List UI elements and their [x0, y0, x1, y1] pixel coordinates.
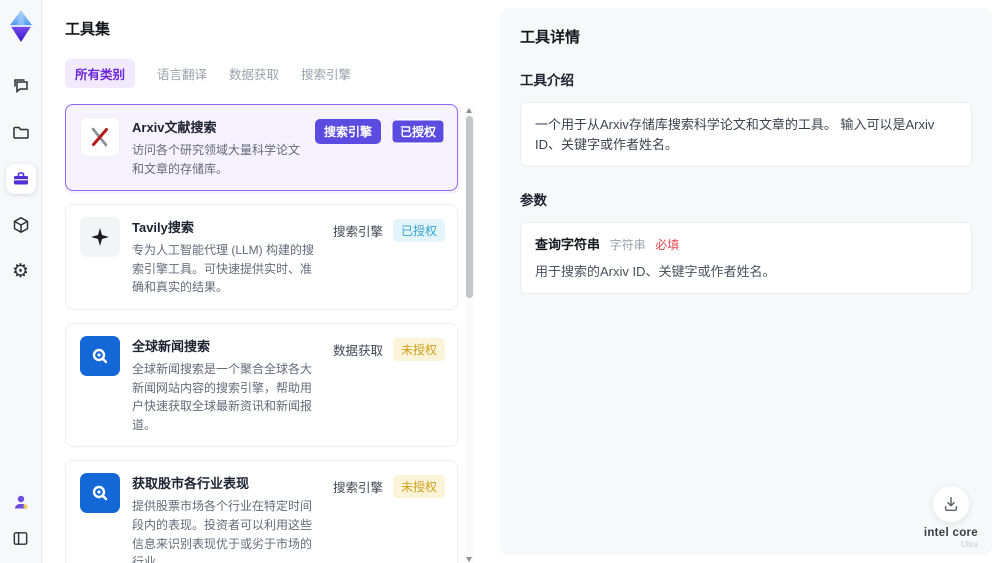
tool-list: Arxiv文献搜索 访问各个研究领域大量科学论文和文章的存储库。 搜索引擎 已授… [65, 104, 474, 563]
list-scrollbar[interactable] [465, 106, 474, 563]
status-badge: 未授权 [392, 337, 445, 361]
tool-card-arxiv[interactable]: Arxiv文献搜索 访问各个研究领域大量科学论文和文章的存储库。 搜索引擎 已授… [65, 104, 458, 192]
left-rail: ⚙ [0, 0, 42, 563]
arxiv-icon [80, 117, 120, 157]
toolset-title: 工具集 [65, 21, 111, 38]
scroll-up-arrow-icon[interactable] [466, 108, 472, 113]
details-title: 工具详情 [520, 29, 581, 46]
toolbox-icon[interactable] [5, 164, 36, 194]
cube-icon[interactable] [6, 210, 36, 240]
scrollbar-thumb[interactable] [466, 116, 473, 298]
tool-name: Tavily搜索 [132, 220, 194, 236]
user-avatar-icon[interactable] [6, 487, 36, 517]
category-tabs: 所有类别 语言翻译 数据获取 搜索引擎 [65, 59, 474, 88]
tool-details-panel: 工具详情 工具介绍 一个用于从Arxiv存储库搜索科学论文和文章的工具。 输入可… [500, 8, 992, 555]
intel-core-sub-label: Ultra [961, 540, 978, 549]
category-label: 数据获取 [332, 343, 383, 358]
app-logo[interactable] [4, 8, 38, 44]
scroll-down-arrow-icon[interactable] [466, 557, 472, 562]
tool-name: 全球新闻搜索 [132, 338, 211, 354]
tab-data-acquisition[interactable]: 数据获取 [229, 59, 279, 88]
intel-core-logo: intel core [923, 527, 978, 539]
status-badge: 未授权 [392, 475, 445, 499]
corner-widgets: intel core Ultra [924, 485, 978, 549]
category-label: 搜索引擎 [332, 481, 383, 496]
tavily-icon [80, 217, 120, 258]
chat-icon[interactable] [6, 72, 36, 102]
tool-name: 获取股市各行业表现 [132, 476, 250, 492]
param-desc: 用于搜索的Arxiv ID、关键字或作者姓名。 [535, 263, 776, 279]
param-required-flag: 必填 [655, 238, 680, 252]
category-label: 搜索引擎 [332, 225, 383, 240]
status-badge[interactable]: 已授权 [390, 119, 445, 144]
status-badge: 已授权 [392, 219, 445, 243]
intro-text: 一个用于从Arxiv存储库搜索科学论文和文章的工具。 输入可以是Arxiv ID… [535, 117, 935, 152]
param-box: 查询字符串 字符串 必填 用于搜索的Arxiv ID、关键字或作者姓名。 [520, 222, 972, 294]
tab-language-translation[interactable]: 语言翻译 [157, 59, 207, 88]
category-badge[interactable]: 搜索引擎 [314, 119, 381, 144]
panel-toggle-icon[interactable] [6, 523, 36, 553]
tool-desc: 提供股票市场各个行业在特定时间段内的表现。投资者可以利用这些信息来识别表现优于或… [132, 499, 313, 563]
stock-search-icon [80, 473, 120, 514]
params-heading: 参数 [520, 193, 547, 208]
tool-desc: 全球新闻搜索是一个聚合全球各大新闻网站内容的搜索引擎，帮助用户快速获取全球最新资… [132, 361, 313, 432]
intro-heading: 工具介绍 [520, 73, 574, 88]
download-button[interactable] [931, 485, 970, 523]
gear-icon[interactable]: ⚙ [6, 256, 36, 286]
tool-card-stock-sectors[interactable]: 获取股市各行业表现 提供股票市场各个行业在特定时间段内的表现。投资者可以利用这些… [65, 460, 458, 563]
tool-desc: 访问各个研究领域大量科学论文和文章的存储库。 [132, 143, 301, 176]
toolset-panel: 工具集 所有类别 语言翻译 数据获取 搜索引擎 Arxiv文献搜索 访问各个研究… [42, 0, 500, 563]
app-window: ⚙ 工具集 所有类别 语言翻译 数据获取 搜索引擎 Arxiv文献搜索 访问各个… [0, 0, 1000, 563]
param-type: 字符串 [609, 238, 646, 252]
folder-icon[interactable] [6, 118, 36, 148]
intro-text-box: 一个用于从Arxiv存储库搜索科学论文和文章的工具。 输入可以是Arxiv ID… [520, 102, 972, 167]
news-search-icon [80, 335, 120, 376]
param-name: 查询字符串 [535, 237, 601, 252]
tab-search-engine[interactable]: 搜索引擎 [301, 59, 351, 88]
tool-name: Arxiv文献搜索 [132, 120, 217, 135]
download-icon [944, 496, 958, 512]
tool-card-global-news[interactable]: 全球新闻搜索 全球新闻搜索是一个聚合全球各大新闻网站内容的搜索引擎，帮助用户快速… [65, 322, 458, 448]
tool-card-tavily[interactable]: Tavily搜索 专为人工智能代理 (LLM) 构建的搜索引擎工具。可快速提供实… [65, 204, 458, 310]
tab-all-categories[interactable]: 所有类别 [65, 59, 136, 88]
tool-desc: 专为人工智能代理 (LLM) 构建的搜索引擎工具。可快速提供实时、准确和真实的结… [132, 243, 315, 295]
